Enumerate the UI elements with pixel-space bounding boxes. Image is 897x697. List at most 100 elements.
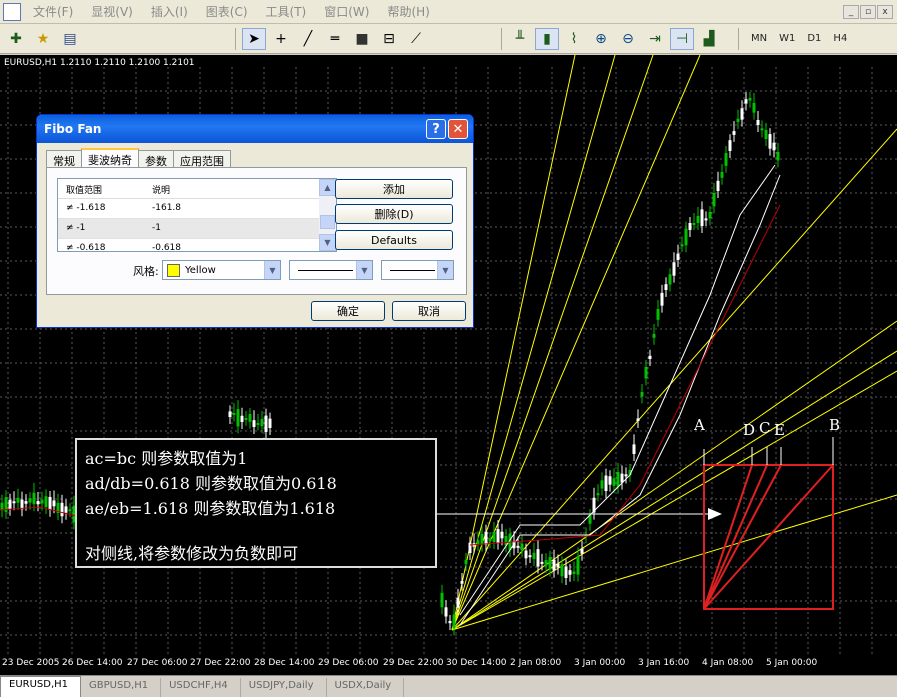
dialog-tabs: 常规 斐波纳奇 参数 应用范围: [46, 148, 231, 168]
tab-usdchf[interactable]: USDCHF,H4: [161, 678, 241, 697]
candle-body: [596, 493, 600, 496]
indicators-icon[interactable]: ▟: [697, 28, 721, 50]
candle-body: [52, 500, 56, 507]
line-width-select[interactable]: ▼: [381, 260, 454, 280]
close-icon[interactable]: x: [877, 4, 893, 19]
x-tick-label: 3 Jan 16:00: [638, 658, 690, 668]
candle-body: [252, 420, 256, 427]
candle-body: [664, 284, 668, 290]
menu-charts[interactable]: 图表(C): [200, 3, 260, 20]
candle-body: [8, 499, 12, 509]
line-style-select[interactable]: ▼: [289, 260, 373, 280]
help-icon[interactable]: ?: [426, 119, 446, 139]
chart-info: EURUSD,H1 1.2110 1.2110 1.2100 1.2101: [4, 58, 195, 68]
defaults-button[interactable]: Defaults: [335, 230, 453, 250]
candle-body: [776, 152, 780, 161]
tab-usdjpy[interactable]: USDJPY,Daily: [241, 678, 327, 697]
minimize-icon[interactable]: _: [843, 4, 859, 19]
tab-gbpusd[interactable]: GBPUSD,H1: [81, 678, 162, 697]
scroll-up-icon[interactable]: ▲: [319, 179, 336, 196]
crosshair-icon[interactable]: +: [269, 28, 293, 50]
candle-body: [580, 548, 584, 554]
color-select[interactable]: Yellow ▼: [162, 260, 281, 280]
tab-usdx[interactable]: USDX,Daily: [327, 678, 405, 697]
fibo-icon[interactable]: ⟋: [404, 28, 428, 50]
scroll-icon[interactable]: ⇥: [643, 28, 667, 50]
fibo-fan-dialog: Fibo Fan ? ✕ 常规 斐波纳奇 参数 应用范围 取值范围 说明 ≠ -…: [36, 114, 474, 328]
level-row[interactable]: ≠ -0.618 -0.618: [58, 239, 336, 251]
scroll-thumb[interactable]: [320, 215, 335, 229]
cursor-icon[interactable]: ➤: [242, 27, 266, 50]
ok-button[interactable]: 确定: [311, 301, 385, 321]
menu-view[interactable]: 显视(V): [85, 3, 145, 20]
toolbar-separator: [235, 27, 236, 50]
tab-parameters[interactable]: 参数: [138, 150, 174, 168]
profiles-icon[interactable]: ★: [31, 28, 55, 50]
level-row[interactable]: ≠ -1 -1: [58, 219, 336, 239]
arrow-head: [708, 508, 722, 520]
candle-body: [568, 570, 572, 575]
candle-body: [32, 492, 36, 505]
candle-body: [260, 419, 264, 427]
restore-icon[interactable]: ▫: [860, 4, 876, 19]
scroll-down-icon[interactable]: ▼: [319, 234, 336, 251]
candle-body: [684, 228, 688, 246]
add-button[interactable]: 添加: [335, 179, 453, 199]
line-width-preview: [390, 269, 435, 271]
level-description: -1: [152, 223, 161, 233]
list-scrollbar[interactable]: ▲ ▼: [319, 179, 336, 251]
channel-icon[interactable]: ⊟: [377, 28, 401, 50]
zoom-in-icon[interactable]: ⊕: [589, 28, 613, 50]
market-watch-icon[interactable]: ▤: [58, 28, 82, 50]
tab-visualization[interactable]: 应用范围: [173, 150, 231, 168]
candle-body: [464, 559, 468, 565]
dialog-close-icon[interactable]: ✕: [448, 119, 468, 139]
x-tick-label: 26 Dec 14:00: [62, 658, 123, 668]
candle-body: [732, 131, 736, 135]
candle-body: [556, 563, 560, 568]
x-tick-label: 23 Dec 2005: [2, 658, 60, 668]
cancel-button[interactable]: 取消: [392, 301, 466, 321]
zoom-out-icon[interactable]: ⊖: [616, 28, 640, 50]
candle-body: [756, 120, 760, 125]
delete-button[interactable]: 删除(D): [335, 204, 453, 224]
menu-window[interactable]: 窗口(W): [318, 3, 381, 20]
hline-icon[interactable]: ═: [323, 28, 347, 50]
menu-help[interactable]: 帮助(H): [381, 3, 441, 20]
menu-file[interactable]: 文件(F): [27, 3, 85, 20]
candle-body: [544, 560, 548, 566]
candle-body: [484, 531, 488, 545]
menu-insert[interactable]: 插入(I): [145, 3, 200, 20]
timeframe-w1[interactable]: W1: [773, 33, 801, 44]
line-chart-icon[interactable]: ⌇: [562, 28, 586, 50]
bar-chart-icon[interactable]: ╨: [508, 28, 532, 50]
x-tick-label: 28 Dec 14:00: [254, 658, 315, 668]
level-row[interactable]: ≠ -1.618 -161.8: [58, 199, 336, 219]
fibo-fan-line: [451, 128, 897, 631]
candle-body: [0, 502, 4, 511]
candle-body: [632, 444, 636, 454]
tab-fibonacci[interactable]: 斐波纳奇: [81, 148, 139, 168]
candle-body: [548, 556, 552, 570]
chevron-down-icon: ▼: [437, 261, 453, 279]
levels-list[interactable]: 取值范围 说明 ≠ -1.618 -161.8 ≠ -1 -1 ≠ -0.618…: [57, 178, 337, 252]
x-tick-label: 27 Dec 06:00: [127, 658, 188, 668]
timeframe-h4[interactable]: H4: [827, 33, 853, 44]
tab-eurusd[interactable]: EURUSD,H1: [0, 676, 82, 697]
shift-icon[interactable]: ⊣: [670, 27, 694, 50]
new-chart-icon[interactable]: ✚: [4, 28, 28, 50]
tab-general[interactable]: 常规: [46, 150, 82, 168]
candle-body: [608, 476, 612, 485]
candle-chart-icon[interactable]: ▮: [535, 27, 559, 50]
trendline-icon[interactable]: ╱: [296, 28, 320, 50]
x-tick-label: 30 Dec 14:00: [446, 658, 507, 668]
candle-body: [256, 423, 260, 425]
menu-tools[interactable]: 工具(T): [260, 3, 319, 20]
app-icon: [3, 2, 21, 21]
timeframe-d1[interactable]: D1: [801, 33, 827, 44]
candle-body: [600, 480, 604, 489]
rectangle-icon[interactable]: ■: [350, 28, 374, 50]
timeframe-mn[interactable]: MN: [745, 33, 773, 44]
level-value: -1.618: [76, 203, 106, 213]
candle-body: [240, 415, 244, 422]
